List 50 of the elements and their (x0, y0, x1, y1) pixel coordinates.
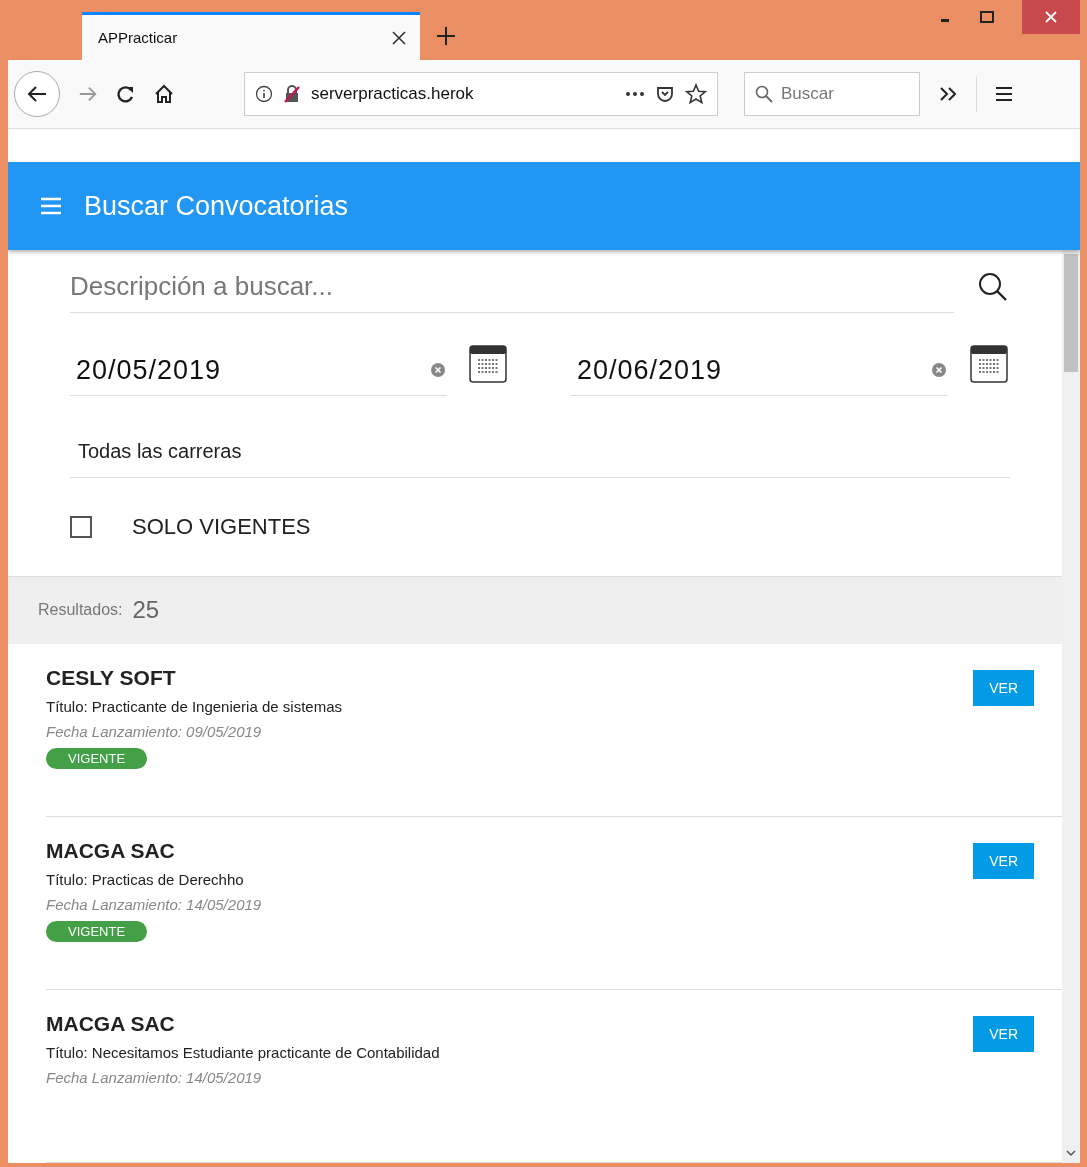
tab-title: APPracticar (98, 29, 178, 46)
menu-icon[interactable] (995, 86, 1013, 102)
more-dots-icon[interactable] (625, 91, 645, 97)
clear-icon[interactable] (431, 363, 445, 377)
close-icon[interactable] (392, 30, 406, 45)
info-icon[interactable] (255, 85, 273, 103)
insecure-lock-icon[interactable] (283, 85, 301, 103)
url-text: serverpracticas.herok (311, 84, 475, 104)
forward-arrow-icon[interactable] (78, 84, 98, 104)
results-count: 25 (132, 596, 160, 625)
job-title: Título: Practicas de Derechho (46, 871, 244, 888)
search-icon[interactable] (978, 271, 1008, 302)
date-field[interactable]: 20/05/2019 (70, 345, 447, 396)
status-badge: VIGENTE (46, 748, 148, 769)
search-placeholder: Buscar (781, 84, 834, 104)
search-icon (755, 85, 773, 103)
description-field[interactable]: Descripción a buscar... (70, 260, 954, 313)
company-name: CESLY SOFT (46, 666, 176, 690)
app-bar-title: Buscar Convocatorias (84, 190, 349, 222)
overflow-chevron-icon[interactable] (938, 86, 958, 102)
launch-date: Fecha Lanzamiento: 14/05/2019 (46, 1069, 262, 1086)
browser-search-field[interactable]: Buscar (744, 72, 920, 116)
checkbox[interactable] (70, 516, 92, 538)
browser-tab[interactable]: APPracticar (82, 12, 420, 60)
calendar-icon[interactable] (469, 345, 507, 383)
date-field[interactable]: 20/06/2019 (571, 345, 948, 396)
company-name: MACGA SAC (46, 1012, 175, 1036)
launch-date: Fecha Lanzamiento: 09/05/2019 (46, 723, 262, 740)
job-title: Título: Necesitamos Estudiante practicante de Contabilidad (46, 1044, 440, 1061)
scrollbar-thumb[interactable] (1064, 254, 1078, 372)
career-select[interactable]: Todas las carreras (70, 426, 1010, 478)
launch-date: Fecha Lanzamiento: 14/05/2019 (46, 896, 262, 913)
calendar-icon[interactable] (970, 345, 1008, 383)
close-icon (1045, 11, 1057, 23)
clear-icon[interactable] (932, 363, 946, 377)
checkbox-label: SOLO VIGENTES (132, 514, 311, 540)
results-label: Resultados: (38, 601, 123, 620)
company-name: MACGA SAC (46, 839, 175, 863)
window-close-button[interactable] (1022, 0, 1080, 34)
pocket-icon[interactable] (655, 84, 675, 104)
reload-icon[interactable] (116, 84, 136, 104)
maximize-icon[interactable] (980, 11, 994, 23)
address-bar[interactable]: serverpracticas.herok (244, 72, 718, 116)
job-title: Título: Practicante de Ingenieria de sistemas (46, 698, 342, 715)
home-icon[interactable] (154, 84, 174, 104)
back-button[interactable] (14, 71, 60, 117)
scroll-down-icon[interactable] (1066, 1149, 1076, 1157)
new-tab-icon[interactable] (436, 26, 456, 46)
star-icon[interactable] (685, 83, 707, 105)
status-badge: VIGENTE (46, 921, 148, 942)
